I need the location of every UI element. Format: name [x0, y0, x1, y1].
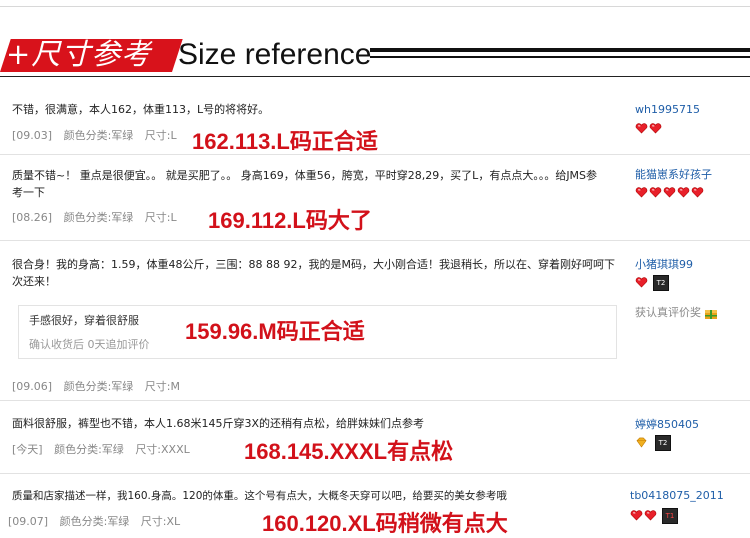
size-highlight: 160.120.XL码稍微有点大 — [262, 511, 508, 536]
review-text: 不错，很满意，本人162，体重113，L号的将将好。 — [12, 103, 270, 116]
review-meta: [今天] 颜色分类:军绿 尺寸:XXXL — [12, 441, 198, 457]
heart-icon — [635, 277, 648, 288]
review-color: 颜色分类:军绿 — [63, 380, 134, 393]
section-header: +尺寸参考 Size reference — [0, 30, 750, 78]
reviewer-rank: T1 — [630, 505, 678, 524]
gift-icon — [705, 310, 717, 319]
review-size: 尺寸:L — [144, 129, 177, 142]
reviewer-name[interactable]: 小猪琪琪99 — [635, 256, 693, 272]
header-rule-thick — [370, 48, 750, 52]
heart-icon — [635, 123, 648, 134]
reviewer-name[interactable]: 婷婷850405 — [635, 416, 699, 432]
review-meta: [09.07] 颜色分类:军绿 尺寸:XL — [8, 513, 188, 529]
review-date: [09.03] — [12, 129, 53, 142]
size-highlight: 169.112.L码大了 — [208, 208, 372, 233]
follow-up-meta: 确认收货后 0天追加评价 — [29, 338, 150, 351]
row-divider — [0, 240, 750, 241]
review-text: 质量和店家描述一样，我160.身高。120的体重。这个号有点大，大概冬天穿可以吧… — [12, 490, 507, 502]
size-highlight: 159.96.M码正合适 — [185, 319, 365, 344]
review-size: 尺寸:XL — [140, 515, 181, 528]
reviewer-rank: T2 — [635, 432, 671, 451]
header-bottom-rule — [0, 76, 750, 77]
size-highlight: 162.113.L码正合适 — [192, 129, 378, 154]
reviewer-rank: T2 — [635, 272, 669, 291]
heart-icon — [649, 123, 662, 134]
review-text: 很合身！我的身高：1.59，体重48公斤，三围：88 88 92，我的是M码，大… — [12, 258, 615, 288]
header-rule-thin — [370, 56, 750, 58]
tmall-level-badge: T2 — [655, 434, 671, 451]
review-meta: [09.06] 颜色分类:军绿 尺寸:M — [12, 378, 188, 394]
review-text: 面料很舒服，裤型也不错，本人1.68米145斤穿3X的还稍有点松，给胖妹妹们点参… — [12, 417, 425, 430]
tmall-level-badge: T1 — [662, 507, 678, 524]
review-color: 颜色分类:军绿 — [59, 515, 130, 528]
heart-icon — [635, 187, 648, 198]
top-divider — [0, 6, 750, 7]
row-divider — [0, 154, 750, 155]
follow-up-text: 手感很好，穿着很舒服 — [29, 314, 139, 327]
reward-label: 获认真评价奖 — [635, 304, 718, 320]
heart-icon — [663, 187, 676, 198]
reward-text: 获认真评价奖 — [635, 306, 701, 319]
review-meta: [09.03] 颜色分类:军绿 尺寸:L — [12, 127, 185, 143]
size-highlight: 168.145.XXXL有点松 — [244, 439, 454, 464]
reviewer-name[interactable]: 能猫崽系好孩子 — [635, 166, 712, 182]
tmall-level-badge: T2 — [653, 274, 669, 291]
review-meta: [08.26] 颜色分类:军绿 尺寸:L — [12, 209, 185, 225]
review-date: [09.06] — [12, 380, 53, 393]
reviewer-rank — [635, 182, 705, 198]
reviewer-name[interactable]: wh1995715 — [635, 103, 700, 116]
header-en-title: Size reference — [178, 38, 372, 71]
review-text: 质量不错~！ 重点是很便宜。。 就是买肥了。。 身高169，体重56，胯宽，平时… — [12, 169, 598, 199]
header-cn-title: +尺寸参考 — [6, 37, 152, 71]
heart-icon — [691, 187, 704, 198]
review-date: [08.26] — [12, 211, 53, 224]
row-divider — [0, 473, 750, 474]
heart-icon — [644, 510, 657, 521]
review-date: [09.07] — [8, 515, 49, 528]
reviewer-name[interactable]: tb0418075_2011 — [630, 489, 724, 502]
review-size: 尺寸:L — [144, 211, 177, 224]
review-size: 尺寸:XXXL — [135, 443, 190, 456]
heart-icon — [649, 187, 662, 198]
review-date: [今天] — [12, 443, 43, 456]
row-divider — [0, 400, 750, 401]
review-color: 颜色分类:军绿 — [54, 443, 124, 456]
heart-icon — [630, 510, 643, 521]
reviewer-rank — [635, 118, 663, 134]
diamond-icon — [636, 437, 647, 448]
review-size: 尺寸:M — [144, 380, 180, 393]
heart-icon — [677, 187, 690, 198]
review-color: 颜色分类:军绿 — [63, 129, 134, 142]
review-color: 颜色分类:军绿 — [63, 211, 134, 224]
